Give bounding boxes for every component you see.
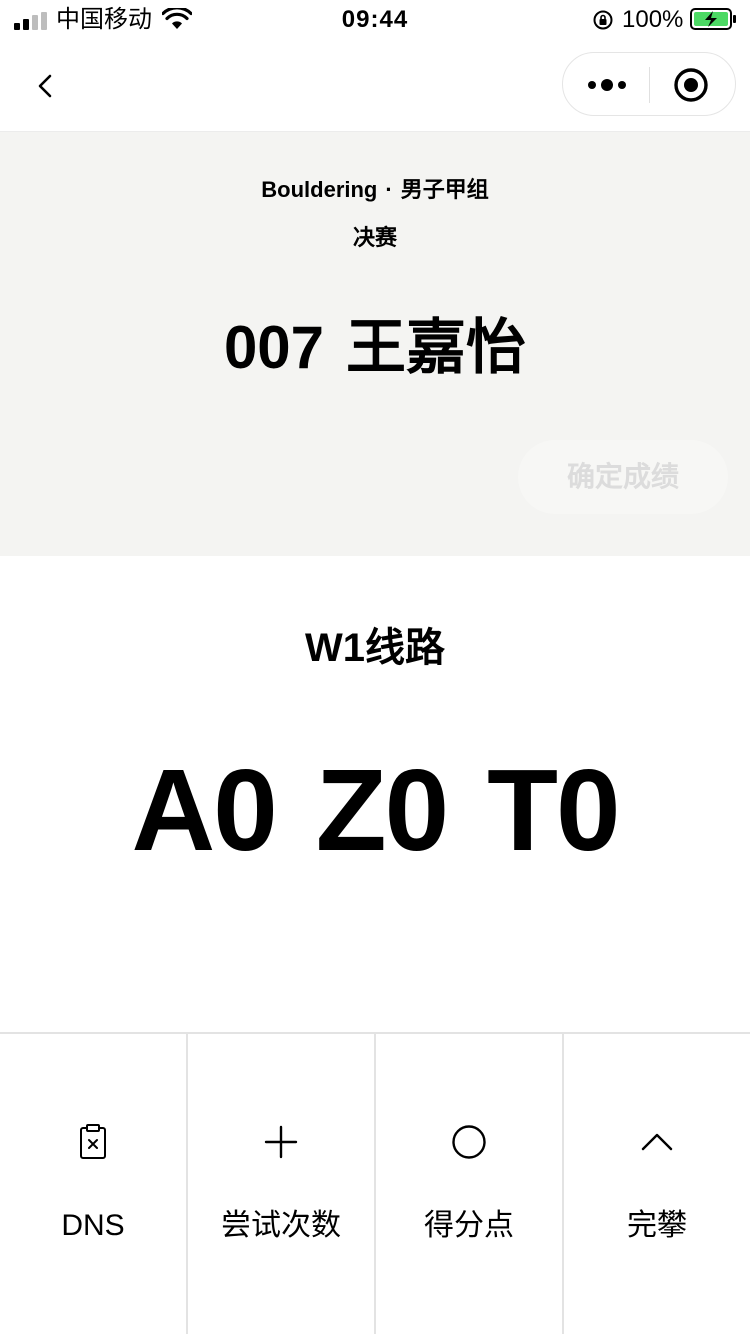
athlete-number: 007 <box>223 314 325 381</box>
action-bar: DNS 尝试次数 得分点 完攀 <box>0 1032 750 1334</box>
route-name: W1线路 <box>305 626 445 670</box>
score-header: Bouldering · 男子甲组 决赛 007 王嘉怡 确定成绩 <box>0 132 750 556</box>
athlete-name: 王嘉怡 <box>346 314 527 381</box>
event-info: Bouldering · 男子甲组 <box>0 176 750 204</box>
action-label: DNS <box>61 1209 125 1242</box>
nav-bar <box>0 40 750 132</box>
circle-icon <box>452 1125 486 1159</box>
event-separator: · <box>385 177 393 202</box>
attempts-score: A0 <box>131 745 277 875</box>
action-label: 尝试次数 <box>221 1209 341 1242</box>
battery-percent: 100% <box>622 6 684 33</box>
top-button[interactable]: 完攀 <box>564 1034 750 1334</box>
confirm-score-button[interactable]: 确定成绩 <box>518 440 728 514</box>
action-label: 完攀 <box>627 1209 687 1242</box>
athlete-title: 007 王嘉怡 <box>0 312 750 384</box>
capsule-divider <box>649 67 650 103</box>
plus-icon <box>264 1125 298 1159</box>
target-circle-icon[interactable] <box>673 67 709 103</box>
top-score: T0 <box>487 745 620 875</box>
dns-button[interactable]: DNS <box>0 1034 188 1334</box>
attempts-button[interactable]: 尝试次数 <box>188 1034 376 1334</box>
discipline-label: Bouldering <box>261 177 378 202</box>
battery-charging-icon <box>690 8 736 30</box>
clipboard-x-icon <box>80 1124 106 1159</box>
rotation-lock-icon <box>593 10 613 30</box>
zone-button[interactable]: 得分点 <box>376 1034 564 1334</box>
zone-score: Z0 <box>315 745 449 875</box>
status-bar: 中国移动 09:44 100% <box>0 0 750 40</box>
chevron-up-icon <box>641 1133 673 1151</box>
more-dots-icon[interactable] <box>583 65 631 105</box>
round-label: 决赛 <box>352 225 397 250</box>
chevron-left-icon[interactable] <box>30 70 62 102</box>
category-label: 男子甲组 <box>400 177 489 202</box>
action-label: 得分点 <box>424 1209 514 1242</box>
mini-program-capsule <box>562 52 736 116</box>
score-summary: A0 Z0 T0 <box>0 748 750 872</box>
